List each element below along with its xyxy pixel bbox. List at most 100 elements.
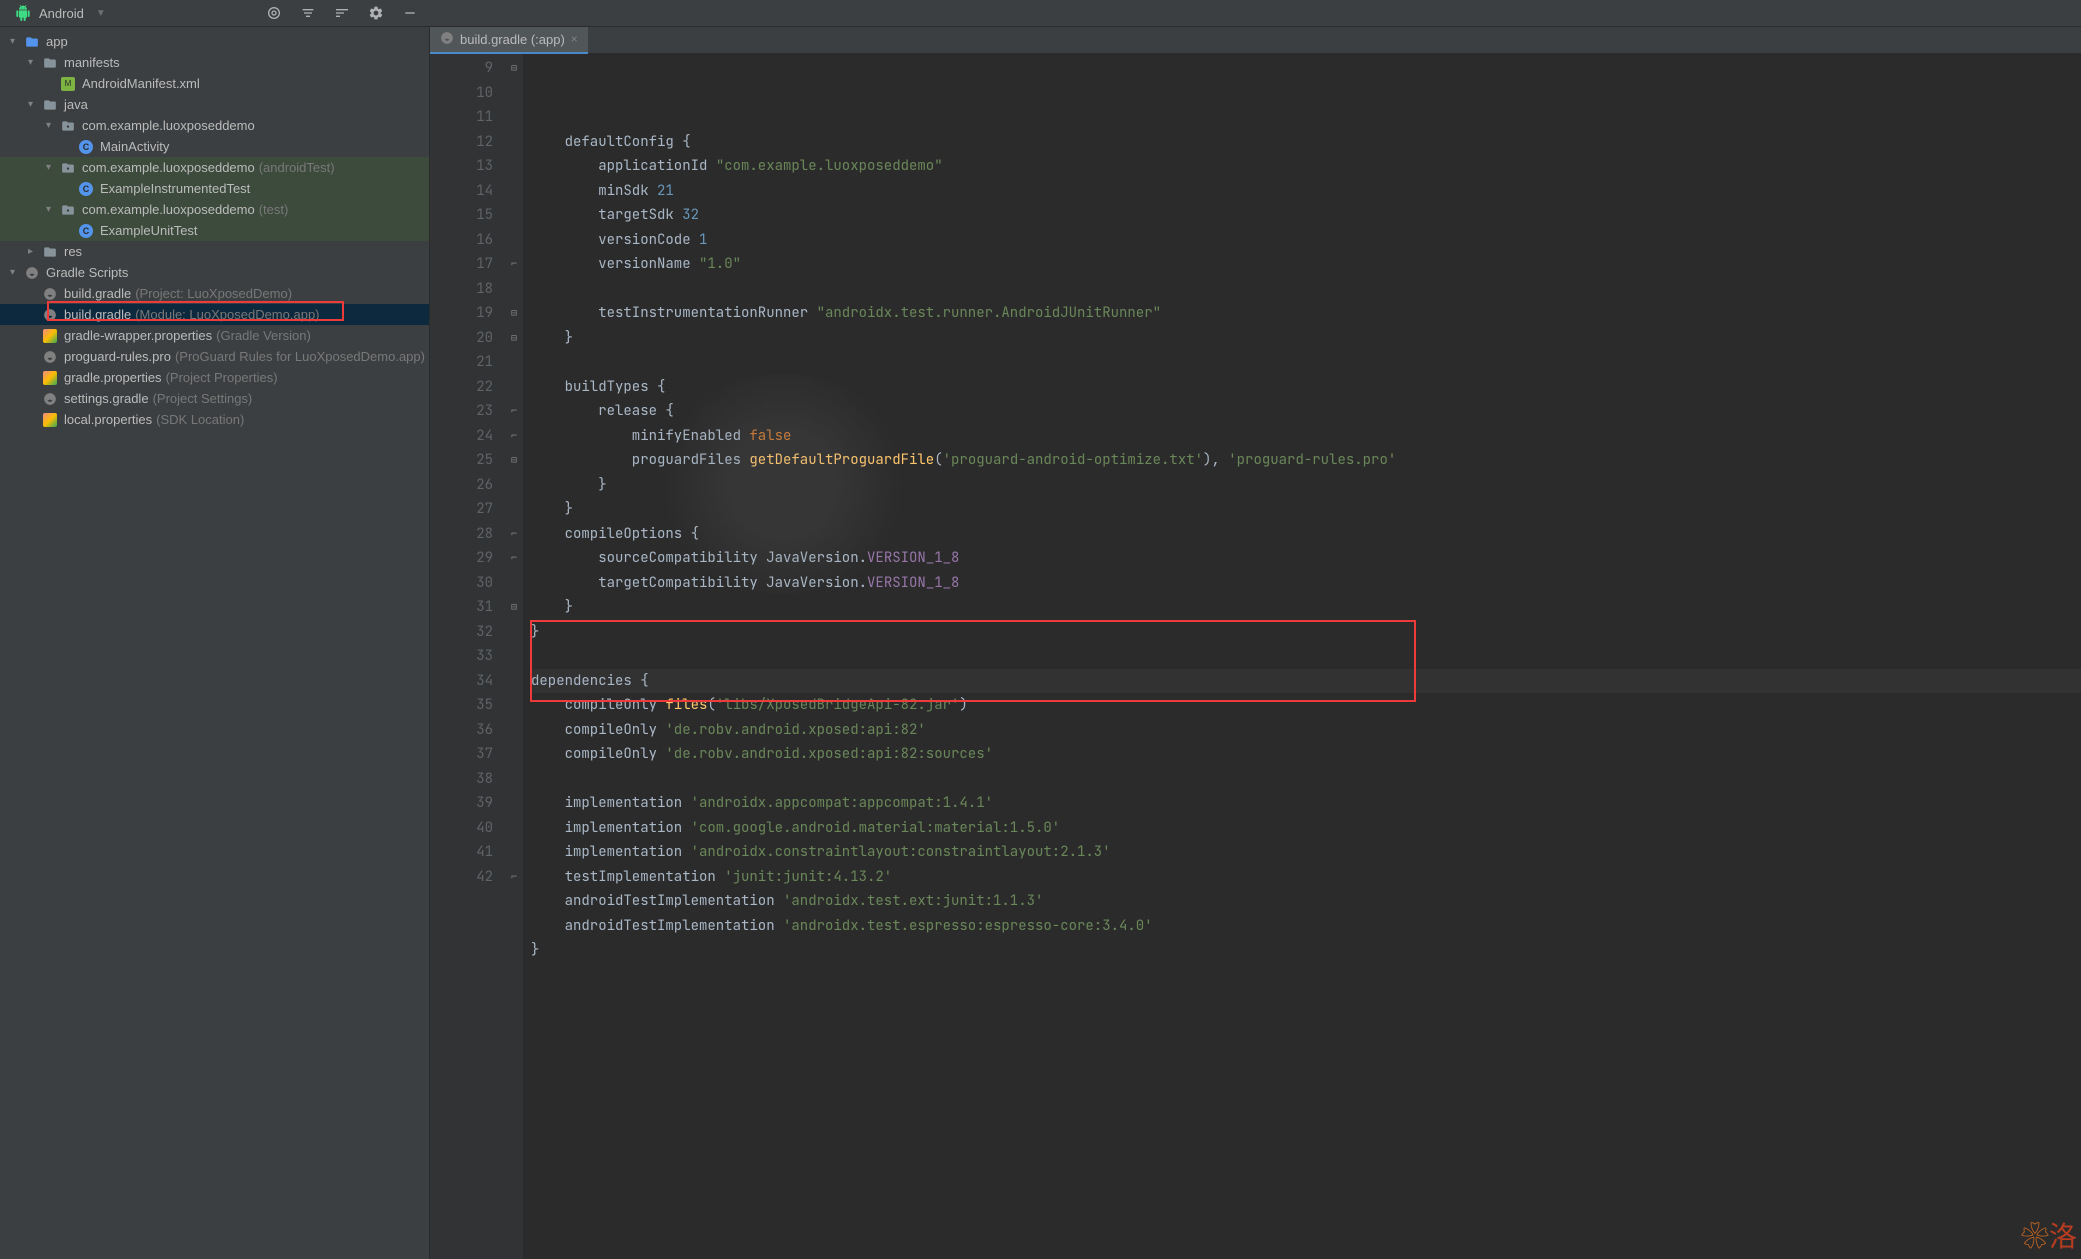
- code-line[interactable]: implementation 'androidx.constraintlayou…: [531, 840, 2081, 865]
- chevron-icon[interactable]: ▾: [10, 267, 24, 278]
- code-line[interactable]: }: [531, 326, 2081, 351]
- tab-build-gradle-app[interactable]: build.gradle (:app) ×: [430, 27, 588, 54]
- tree-item[interactable]: build.gradle (Module: LuoXposedDemo.app): [0, 304, 429, 325]
- filter-icon[interactable]: [300, 5, 316, 21]
- chevron-icon[interactable]: ▾: [28, 57, 42, 68]
- code-line[interactable]: compileOnly 'de.robv.android.xposed:api:…: [531, 718, 2081, 743]
- tree-label: manifests: [64, 55, 120, 70]
- code-line[interactable]: androidTestImplementation 'androidx.test…: [531, 889, 2081, 914]
- project-selector[interactable]: Android: [39, 6, 84, 21]
- fold-toggle: [505, 693, 523, 718]
- chevron-icon[interactable]: ▸: [28, 246, 42, 257]
- gradle-icon: [42, 349, 58, 365]
- tree-item[interactable]: ▸res: [0, 241, 429, 262]
- line-gutter: 9101112131415161718192021222324252627282…: [430, 54, 505, 1259]
- tree-item[interactable]: CExampleUnitTest: [0, 220, 429, 241]
- target-icon[interactable]: [266, 5, 282, 21]
- code-line[interactable]: minifyEnabled false: [531, 424, 2081, 449]
- gradle-icon: [440, 31, 454, 48]
- tree-item[interactable]: CExampleInstrumentedTest: [0, 178, 429, 199]
- fold-toggle[interactable]: ⌐: [505, 399, 523, 424]
- tree-item[interactable]: settings.gradle (Project Settings): [0, 388, 429, 409]
- code-line[interactable]: release {: [531, 399, 2081, 424]
- tree-item[interactable]: build.gradle (Project: LuoXposedDemo): [0, 283, 429, 304]
- code-line[interactable]: sourceCompatibility JavaVersion.VERSION_…: [531, 546, 2081, 571]
- fold-toggle[interactable]: ⊟: [505, 56, 523, 81]
- code-line[interactable]: versionCode 1: [531, 228, 2081, 253]
- code-line[interactable]: compileOnly 'de.robv.android.xposed:api:…: [531, 742, 2081, 767]
- code-line[interactable]: buildTypes {: [531, 375, 2081, 400]
- fold-toggle[interactable]: ⌐: [505, 252, 523, 277]
- fold-toggle: [505, 767, 523, 792]
- sort-icon[interactable]: [334, 5, 350, 21]
- fold-toggle[interactable]: ⊟: [505, 595, 523, 620]
- tree-item[interactable]: ▾ manifests: [0, 52, 429, 73]
- tree-item[interactable]: ▾app: [0, 31, 429, 52]
- code-line[interactable]: }: [531, 595, 2081, 620]
- code-line[interactable]: minSdk 21: [531, 179, 2081, 204]
- tree-item[interactable]: ▾Gradle Scripts: [0, 262, 429, 283]
- code-line[interactable]: }: [531, 938, 2081, 963]
- code-area[interactable]: defaultConfig { applicationId "com.examp…: [523, 54, 2081, 1259]
- code-line[interactable]: implementation 'androidx.appcompat:appco…: [531, 791, 2081, 816]
- fold-toggle[interactable]: ⊟: [505, 301, 523, 326]
- tree-label: proguard-rules.pro: [64, 349, 171, 364]
- fold-toggle[interactable]: ⌐: [505, 522, 523, 547]
- code-line[interactable]: }: [531, 620, 2081, 645]
- tree-item[interactable]: gradle.properties (Project Properties): [0, 367, 429, 388]
- code-line[interactable]: [531, 350, 2081, 375]
- minimize-icon[interactable]: [402, 5, 418, 21]
- code-line[interactable]: applicationId "com.example.luoxposeddemo…: [531, 154, 2081, 179]
- code-line[interactable]: [531, 767, 2081, 792]
- code-line[interactable]: }: [531, 473, 2081, 498]
- code-line[interactable]: compileOnly files('libs/XposedBridgeApi-…: [531, 693, 2081, 718]
- code-line[interactable]: targetSdk 32: [531, 203, 2081, 228]
- module-icon: [24, 34, 40, 50]
- gear-icon[interactable]: [368, 5, 384, 21]
- fold-toggle[interactable]: ⌐: [505, 865, 523, 890]
- folder-icon: [42, 55, 58, 71]
- chevron-icon[interactable]: ▾: [46, 204, 60, 215]
- code-line[interactable]: versionName "1.0": [531, 252, 2081, 277]
- code-line[interactable]: }: [531, 497, 2081, 522]
- fold-toggle[interactable]: ⌐: [505, 546, 523, 571]
- project-tree[interactable]: ▾app▾manifestsMAndroidManifest.xml▾java▾…: [0, 27, 430, 1259]
- code-line[interactable]: implementation 'com.google.android.mater…: [531, 816, 2081, 841]
- code-line[interactable]: targetCompatibility JavaVersion.VERSION_…: [531, 571, 2081, 596]
- tree-item[interactable]: CMainActivity: [0, 136, 429, 157]
- code-line[interactable]: defaultConfig {: [531, 130, 2081, 155]
- tree-label: ExampleInstrumentedTest: [100, 181, 250, 196]
- editor[interactable]: 9101112131415161718192021222324252627282…: [430, 54, 2081, 1259]
- tree-hint: (Project: LuoXposedDemo): [135, 286, 292, 301]
- code-line[interactable]: testImplementation 'junit:junit:4.13.2': [531, 865, 2081, 890]
- chevron-icon[interactable]: ▾: [46, 162, 60, 173]
- tree-item[interactable]: ▾com.example.luoxposeddemo (androidTest): [0, 157, 429, 178]
- code-line[interactable]: androidTestImplementation 'androidx.test…: [531, 914, 2081, 939]
- chevron-icon[interactable]: ▾: [10, 36, 24, 47]
- tree-item[interactable]: gradle-wrapper.properties (Gradle Versio…: [0, 325, 429, 346]
- code-line[interactable]: dependencies {: [531, 669, 2081, 694]
- code-line[interactable]: proguardFiles getDefaultProguardFile('pr…: [531, 448, 2081, 473]
- tree-item[interactable]: proguard-rules.pro (ProGuard Rules for L…: [0, 346, 429, 367]
- fold-toggle[interactable]: ⊟: [505, 326, 523, 351]
- tree-item[interactable]: ▾com.example.luoxposeddemo: [0, 115, 429, 136]
- code-line[interactable]: [531, 644, 2081, 669]
- close-icon[interactable]: ×: [571, 32, 578, 46]
- tree-item[interactable]: local.properties (SDK Location): [0, 409, 429, 430]
- chevron-icon[interactable]: ▾: [28, 99, 42, 110]
- fold-toggle[interactable]: ⌐: [505, 424, 523, 449]
- tree-item[interactable]: MAndroidManifest.xml: [0, 73, 429, 94]
- chevron-icon[interactable]: ▾: [46, 120, 60, 131]
- tree-item[interactable]: ▾com.example.luoxposeddemo (test): [0, 199, 429, 220]
- tree-hint: (Gradle Version): [216, 328, 311, 343]
- fold-toggle[interactable]: ⊟: [505, 448, 523, 473]
- fold-toggle: [505, 816, 523, 841]
- fold-toggle: [505, 840, 523, 865]
- fold-toggle: [505, 350, 523, 375]
- tree-item[interactable]: ▾java: [0, 94, 429, 115]
- code-line[interactable]: testInstrumentationRunner "androidx.test…: [531, 301, 2081, 326]
- code-line[interactable]: [531, 277, 2081, 302]
- code-line[interactable]: compileOptions {: [531, 522, 2081, 547]
- fold-gutter[interactable]: ⊟⌐⊟⊟⌐⌐⊟⌐⌐⊟⌐: [505, 54, 523, 1259]
- fold-toggle: [505, 154, 523, 179]
